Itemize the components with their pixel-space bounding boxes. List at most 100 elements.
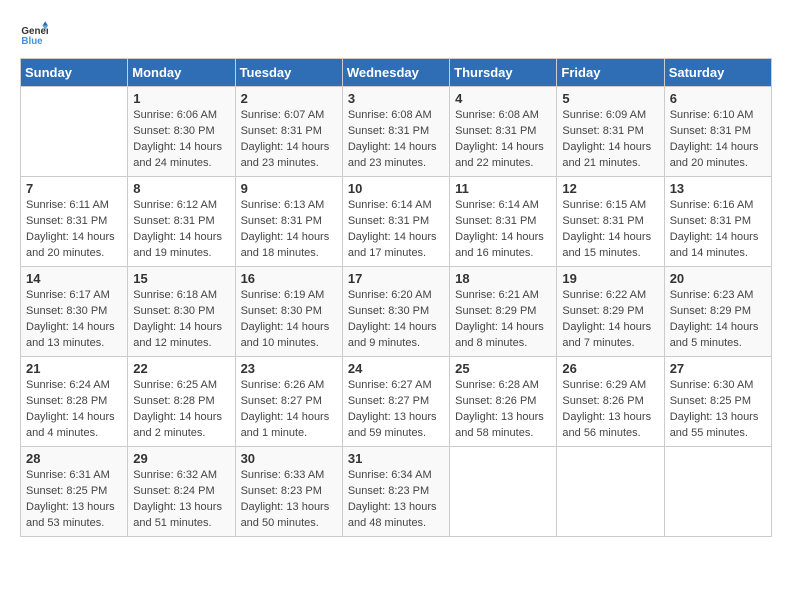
- calendar-cell: [664, 447, 771, 537]
- day-number: 26: [562, 361, 658, 376]
- day-number: 16: [241, 271, 337, 286]
- day-info: Sunrise: 6:08 AM Sunset: 8:31 PM Dayligh…: [455, 108, 551, 172]
- day-number: 29: [133, 451, 229, 466]
- day-info: Sunrise: 6:30 AM Sunset: 8:25 PM Dayligh…: [670, 378, 766, 442]
- calendar-cell: 13 Sunrise: 6:16 AM Sunset: 8:31 PM Dayli…: [664, 177, 771, 267]
- logo: General Blue: [20, 20, 52, 48]
- day-info: Sunrise: 6:31 AM Sunset: 8:25 PM Dayligh…: [26, 468, 122, 532]
- calendar-cell: 26Sunrise: 6:29 AM Sunset: 8:26 PM Dayli…: [557, 357, 664, 447]
- calendar-cell: 30 Sunrise: 6:33 AM Sunset: 8:23 PM Dayli…: [235, 447, 342, 537]
- day-info: Sunrise: 6:13 AM Sunset: 8:31 PM Dayligh…: [241, 198, 337, 262]
- day-number: 20: [670, 271, 766, 286]
- day-info: Sunrise: 6:21 AM Sunset: 8:29 PM Dayligh…: [455, 288, 551, 352]
- day-number: 4: [455, 91, 551, 106]
- day-header: Wednesday: [342, 59, 449, 87]
- day-info: Sunrise: 6:32 AM Sunset: 8:24 PM Dayligh…: [133, 468, 229, 532]
- calendar-table: SundayMondayTuesdayWednesdayThursdayFrid…: [20, 58, 772, 537]
- calendar-cell: 6 Sunrise: 6:10 AM Sunset: 8:31 PM Daylig…: [664, 87, 771, 177]
- day-number: 25: [455, 361, 551, 376]
- calendar-cell: 12 Sunrise: 6:15 AM Sunset: 8:31 PM Dayli…: [557, 177, 664, 267]
- day-number: 10: [348, 181, 444, 196]
- day-number: 12: [562, 181, 658, 196]
- day-header: Saturday: [664, 59, 771, 87]
- calendar-cell: 22 Sunrise: 6:25 AM Sunset: 8:28 PM Dayli…: [128, 357, 235, 447]
- day-number: 1: [133, 91, 229, 106]
- day-number: 3: [348, 91, 444, 106]
- day-header-row: SundayMondayTuesdayWednesdayThursdayFrid…: [21, 59, 772, 87]
- day-number: 27: [670, 361, 766, 376]
- day-number: 11: [455, 181, 551, 196]
- calendar-cell: 29 Sunrise: 6:32 AM Sunset: 8:24 PM Dayli…: [128, 447, 235, 537]
- calendar-week-row: 7 Sunrise: 6:11 AM Sunset: 8:31 PM Daylig…: [21, 177, 772, 267]
- day-info: Sunrise: 6:24 AM Sunset: 8:28 PM Dayligh…: [26, 378, 122, 442]
- day-number: 7: [26, 181, 122, 196]
- day-number: 30: [241, 451, 337, 466]
- calendar-cell: 4 Sunrise: 6:08 AM Sunset: 8:31 PM Daylig…: [450, 87, 557, 177]
- calendar-cell: 1 Sunrise: 6:06 AM Sunset: 8:30 PM Daylig…: [128, 87, 235, 177]
- day-number: 31: [348, 451, 444, 466]
- day-number: 13: [670, 181, 766, 196]
- day-number: 8: [133, 181, 229, 196]
- day-number: 19: [562, 271, 658, 286]
- calendar-cell: 17 Sunrise: 6:20 AM Sunset: 8:30 PM Dayli…: [342, 267, 449, 357]
- day-info: Sunrise: 6:09 AM Sunset: 8:31 PM Dayligh…: [562, 108, 658, 172]
- calendar-cell: 5 Sunrise: 6:09 AM Sunset: 8:31 PM Daylig…: [557, 87, 664, 177]
- calendar-cell: 10 Sunrise: 6:14 AM Sunset: 8:31 PM Dayli…: [342, 177, 449, 267]
- day-number: 21: [26, 361, 122, 376]
- day-number: 18: [455, 271, 551, 286]
- calendar-cell: 24Sunrise: 6:27 AM Sunset: 8:27 PM Dayli…: [342, 357, 449, 447]
- day-info: Sunrise: 6:18 AM Sunset: 8:30 PM Dayligh…: [133, 288, 229, 352]
- day-info: Sunrise: 6:14 AM Sunset: 8:31 PM Dayligh…: [348, 198, 444, 262]
- day-header: Monday: [128, 59, 235, 87]
- day-header: Thursday: [450, 59, 557, 87]
- calendar-cell: 16 Sunrise: 6:19 AM Sunset: 8:30 PM Dayli…: [235, 267, 342, 357]
- calendar-cell: 15Sunrise: 6:18 AM Sunset: 8:30 PM Dayli…: [128, 267, 235, 357]
- calendar-week-row: 28 Sunrise: 6:31 AM Sunset: 8:25 PM Dayli…: [21, 447, 772, 537]
- day-info: Sunrise: 6:15 AM Sunset: 8:31 PM Dayligh…: [562, 198, 658, 262]
- day-info: Sunrise: 6:07 AM Sunset: 8:31 PM Dayligh…: [241, 108, 337, 172]
- day-info: Sunrise: 6:14 AM Sunset: 8:31 PM Dayligh…: [455, 198, 551, 262]
- calendar-cell: 19 Sunrise: 6:22 AM Sunset: 8:29 PM Dayli…: [557, 267, 664, 357]
- calendar-week-row: 14 Sunrise: 6:17 AM Sunset: 8:30 PM Dayli…: [21, 267, 772, 357]
- day-header: Friday: [557, 59, 664, 87]
- day-number: 14: [26, 271, 122, 286]
- day-info: Sunrise: 6:22 AM Sunset: 8:29 PM Dayligh…: [562, 288, 658, 352]
- calendar-cell: 14 Sunrise: 6:17 AM Sunset: 8:30 PM Dayli…: [21, 267, 128, 357]
- day-number: 22: [133, 361, 229, 376]
- day-info: Sunrise: 6:19 AM Sunset: 8:30 PM Dayligh…: [241, 288, 337, 352]
- day-info: Sunrise: 6:23 AM Sunset: 8:29 PM Dayligh…: [670, 288, 766, 352]
- day-info: Sunrise: 6:11 AM Sunset: 8:31 PM Dayligh…: [26, 198, 122, 262]
- day-info: Sunrise: 6:33 AM Sunset: 8:23 PM Dayligh…: [241, 468, 337, 532]
- calendar-cell: 21 Sunrise: 6:24 AM Sunset: 8:28 PM Dayli…: [21, 357, 128, 447]
- day-number: 9: [241, 181, 337, 196]
- calendar-cell: 3Sunrise: 6:08 AM Sunset: 8:31 PM Daylig…: [342, 87, 449, 177]
- day-number: 17: [348, 271, 444, 286]
- logo-icon: General Blue: [20, 20, 48, 48]
- calendar-cell: [21, 87, 128, 177]
- day-header: Sunday: [21, 59, 128, 87]
- day-info: Sunrise: 6:28 AM Sunset: 8:26 PM Dayligh…: [455, 378, 551, 442]
- calendar-week-row: 1 Sunrise: 6:06 AM Sunset: 8:30 PM Daylig…: [21, 87, 772, 177]
- day-info: Sunrise: 6:16 AM Sunset: 8:31 PM Dayligh…: [670, 198, 766, 262]
- day-number: 5: [562, 91, 658, 106]
- day-number: 28: [26, 451, 122, 466]
- day-info: Sunrise: 6:10 AM Sunset: 8:31 PM Dayligh…: [670, 108, 766, 172]
- calendar-cell: 27 Sunrise: 6:30 AM Sunset: 8:25 PM Dayli…: [664, 357, 771, 447]
- day-info: Sunrise: 6:25 AM Sunset: 8:28 PM Dayligh…: [133, 378, 229, 442]
- calendar-cell: 9 Sunrise: 6:13 AM Sunset: 8:31 PM Daylig…: [235, 177, 342, 267]
- day-info: Sunrise: 6:17 AM Sunset: 8:30 PM Dayligh…: [26, 288, 122, 352]
- day-header: Tuesday: [235, 59, 342, 87]
- calendar-cell: 23 Sunrise: 6:26 AM Sunset: 8:27 PM Dayli…: [235, 357, 342, 447]
- calendar-cell: 2Sunrise: 6:07 AM Sunset: 8:31 PM Daylig…: [235, 87, 342, 177]
- day-info: Sunrise: 6:34 AM Sunset: 8:23 PM Dayligh…: [348, 468, 444, 532]
- day-number: 23: [241, 361, 337, 376]
- day-info: Sunrise: 6:06 AM Sunset: 8:30 PM Dayligh…: [133, 108, 229, 172]
- day-number: 24: [348, 361, 444, 376]
- day-info: Sunrise: 6:20 AM Sunset: 8:30 PM Dayligh…: [348, 288, 444, 352]
- calendar-cell: 20 Sunrise: 6:23 AM Sunset: 8:29 PM Dayli…: [664, 267, 771, 357]
- day-number: 6: [670, 91, 766, 106]
- calendar-cell: [450, 447, 557, 537]
- day-info: Sunrise: 6:12 AM Sunset: 8:31 PM Dayligh…: [133, 198, 229, 262]
- day-info: Sunrise: 6:26 AM Sunset: 8:27 PM Dayligh…: [241, 378, 337, 442]
- calendar-cell: 8 Sunrise: 6:12 AM Sunset: 8:31 PM Daylig…: [128, 177, 235, 267]
